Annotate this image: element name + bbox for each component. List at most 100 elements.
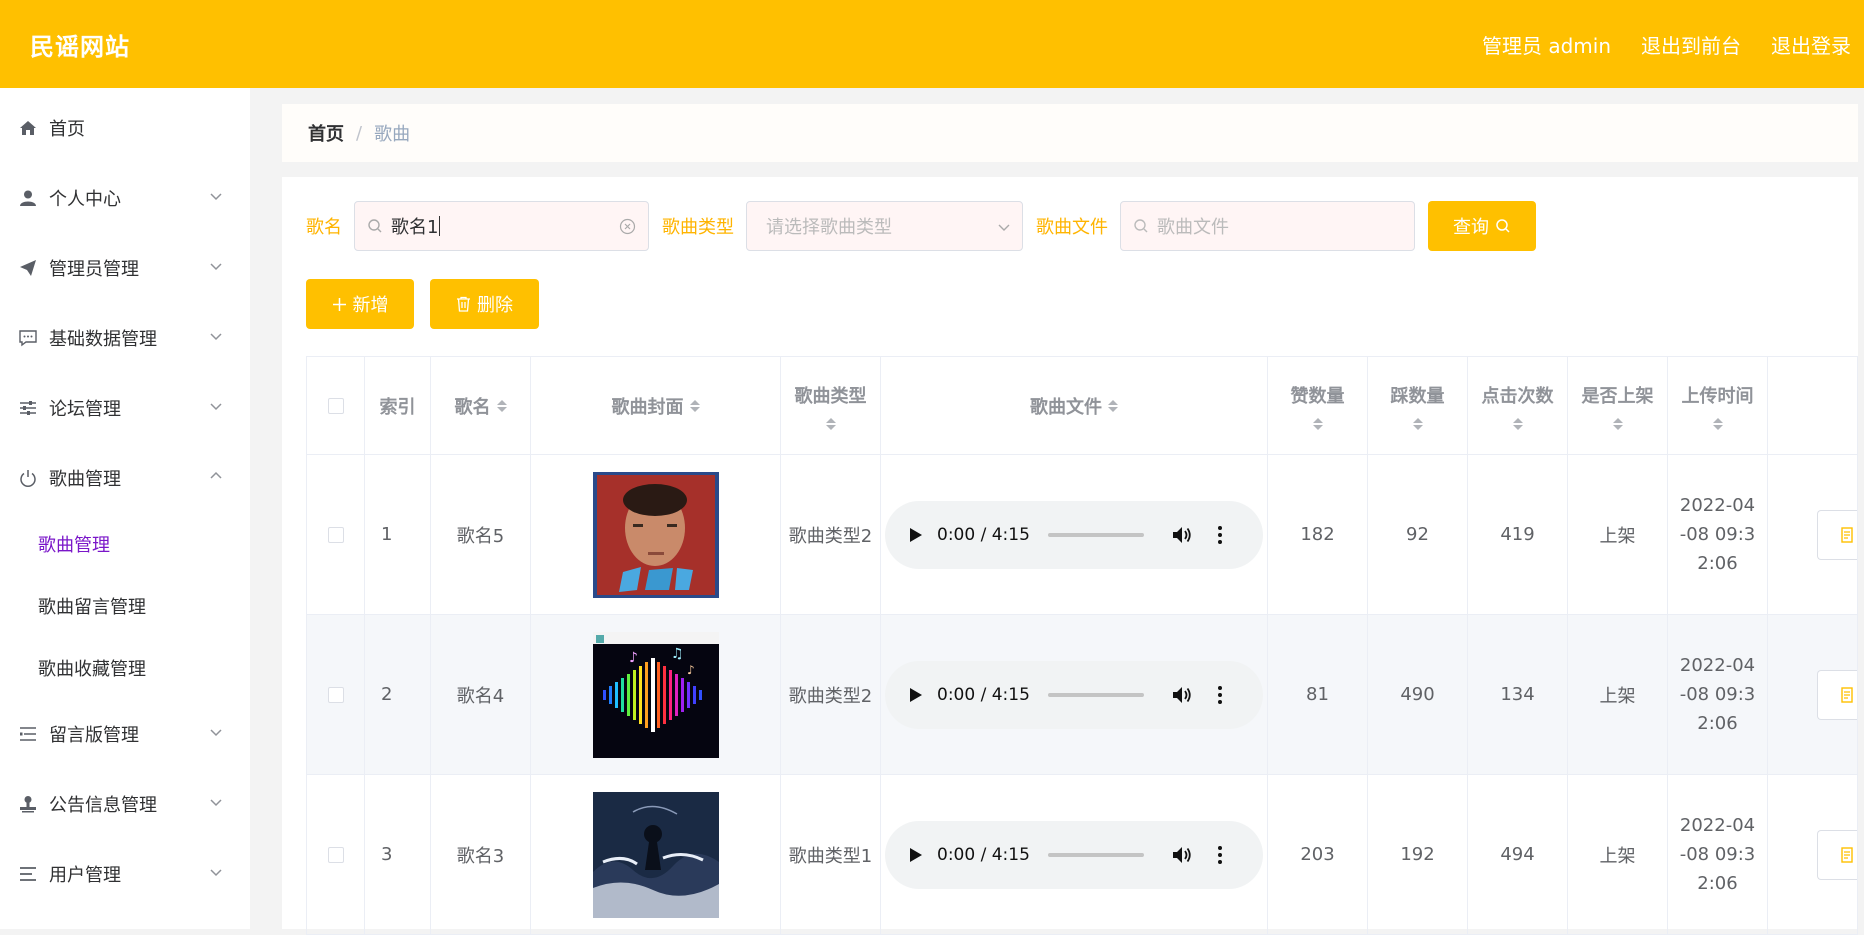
search-icon: [368, 219, 382, 233]
row-select-cell: [307, 775, 365, 934]
sidebar-item-label: 论坛管理: [49, 399, 121, 420]
breadcrumb-home[interactable]: 首页: [308, 120, 344, 146]
audio-progress-bar[interactable]: [1047, 532, 1144, 537]
menu-icon: [19, 865, 37, 883]
chevron-down-icon: [998, 224, 1010, 231]
row-checkbox[interactable]: [327, 846, 344, 863]
header-file[interactable]: 歌曲文件: [881, 357, 1268, 454]
song-type-select[interactable]: 请选择歌曲类型: [746, 201, 1023, 251]
sidebar-item-label: 用户管理: [49, 865, 121, 886]
detail-button[interactable]: [1817, 509, 1857, 560]
submenu-item-song-manage[interactable]: 歌曲管理: [0, 513, 250, 575]
cell-clicks: 134: [1468, 615, 1568, 774]
query-label: 查询: [1453, 217, 1489, 237]
table-header-row: 索引 歌名 歌曲封面 歌曲类型 歌曲文件 赞数量 踩数量 点击次数 是否上架 上…: [307, 357, 1858, 455]
song-file-input[interactable]: 歌曲文件: [1120, 201, 1415, 251]
cell-clicks: 419: [1468, 455, 1568, 614]
delete-button[interactable]: 删除: [430, 279, 539, 329]
more-options-icon[interactable]: [1217, 685, 1222, 704]
header-type[interactable]: 歌曲类型: [781, 357, 881, 454]
cell-operations: [1768, 615, 1858, 774]
breadcrumb-separator: /: [356, 122, 363, 144]
sidebar-item-label: 歌曲管理: [49, 469, 121, 490]
header-likes[interactable]: 赞数量: [1268, 357, 1368, 454]
row-select-cell: [307, 455, 365, 614]
sort-icon: [1412, 417, 1423, 430]
cell-dislikes: 192: [1368, 775, 1468, 934]
site-brand: 民谣网站: [30, 32, 130, 61]
song-table: 索引 歌名 歌曲封面 歌曲类型 歌曲文件 赞数量 踩数量 点击次数 是否上架 上…: [306, 356, 1858, 935]
header-type-label: 歌曲类型: [794, 385, 867, 407]
sidebar-item-home[interactable]: 首页: [0, 88, 250, 163]
back-to-front-link[interactable]: 退出到前台: [1641, 30, 1741, 59]
document-icon: [1841, 846, 1853, 863]
cell-likes: 81: [1268, 615, 1368, 774]
sidebar-item-label: 个人中心: [49, 189, 121, 210]
search-form: 歌名 歌名1 歌曲类型 请选择歌曲类型 歌曲文件 歌曲文件 查询: [306, 201, 1536, 251]
query-button[interactable]: 查询: [1428, 201, 1536, 251]
play-icon[interactable]: [909, 687, 923, 703]
row-checkbox[interactable]: [327, 686, 344, 703]
audio-progress-bar[interactable]: [1047, 692, 1144, 697]
top-links: 管理员 admin 退出到前台 退出登录: [1482, 30, 1851, 59]
breadcrumb: 首页 / 歌曲: [282, 104, 1858, 162]
audio-player[interactable]: 0:00 / 4:15: [885, 820, 1263, 889]
header-dislikes[interactable]: 踩数量: [1368, 357, 1468, 454]
more-options-icon[interactable]: [1217, 845, 1222, 864]
audio-progress-bar[interactable]: [1047, 852, 1144, 857]
header-cover[interactable]: 歌曲封面: [531, 357, 781, 454]
submenu-item-song-favorites[interactable]: 歌曲收藏管理: [0, 637, 250, 699]
volume-icon[interactable]: [1172, 526, 1192, 544]
audio-player[interactable]: 0:00 / 4:15: [885, 660, 1263, 729]
add-button[interactable]: 新增: [306, 279, 414, 329]
row-checkbox[interactable]: [327, 526, 344, 543]
cell-clicks: 494: [1468, 775, 1568, 934]
song-file-placeholder: 歌曲文件: [1157, 217, 1229, 238]
detail-button[interactable]: [1817, 829, 1857, 880]
cell-cover: [531, 455, 781, 614]
cell-upload-time: 2022-04-08 09:32:06: [1668, 775, 1768, 934]
admin-user-link[interactable]: 管理员 admin: [1482, 30, 1611, 59]
action-toolbar: 新增 删除: [306, 279, 539, 329]
sort-icon: [1512, 417, 1523, 430]
sidebar-item-label: 首页: [49, 118, 85, 140]
header-on-shelf[interactable]: 是否上架: [1568, 357, 1668, 454]
chevron-down-icon: [210, 799, 222, 807]
volume-icon[interactable]: [1172, 686, 1192, 704]
detail-button[interactable]: [1817, 669, 1857, 720]
sidebar-item-message-board[interactable]: 留言版管理: [0, 699, 250, 769]
header-clicks[interactable]: 点击次数: [1468, 357, 1568, 454]
select-all-cell: [307, 357, 365, 454]
cell-type: 歌曲类型1: [781, 775, 881, 934]
sidebar-item-admin-manage[interactable]: 管理员管理: [0, 233, 250, 303]
header-index: 索引: [365, 357, 431, 454]
sidebar-item-notice[interactable]: 公告信息管理: [0, 769, 250, 839]
song-name-label: 歌名: [306, 217, 342, 238]
cell-upload-time: 2022-04-08 09:32:06: [1668, 455, 1768, 614]
more-options-icon[interactable]: [1217, 525, 1222, 544]
chevron-down-icon: [210, 263, 222, 271]
cell-cover: ♪ ♫ ♪: [531, 615, 781, 774]
sidebar-item-forum[interactable]: 论坛管理: [0, 373, 250, 443]
header-operations: [1768, 357, 1858, 454]
song-name-input[interactable]: 歌名1: [354, 201, 649, 251]
header-clicks-label: 点击次数: [1481, 385, 1554, 407]
sidebar-item-profile[interactable]: 个人中心: [0, 163, 250, 233]
song-file-label: 歌曲文件: [1036, 217, 1108, 238]
cell-on-shelf: 上架: [1568, 615, 1668, 774]
logout-link[interactable]: 退出登录: [1771, 30, 1851, 59]
sidebar-item-users[interactable]: 用户管理: [0, 839, 250, 909]
play-icon[interactable]: [909, 527, 923, 543]
audio-player[interactable]: 0:00 / 4:15: [885, 500, 1263, 569]
play-icon[interactable]: [909, 847, 923, 863]
song-type-label: 歌曲类型: [662, 217, 734, 238]
clear-icon[interactable]: [619, 218, 636, 235]
select-all-checkbox[interactable]: [327, 397, 344, 414]
header-name[interactable]: 歌名: [431, 357, 531, 454]
sidebar-item-base-data[interactable]: 基础数据管理: [0, 303, 250, 373]
sort-icon: [825, 417, 836, 430]
header-upload-time[interactable]: 上传时间: [1668, 357, 1768, 454]
volume-icon[interactable]: [1172, 846, 1192, 864]
sidebar-item-song-manage[interactable]: 歌曲管理: [0, 443, 250, 513]
submenu-item-song-comments[interactable]: 歌曲留言管理: [0, 575, 250, 637]
